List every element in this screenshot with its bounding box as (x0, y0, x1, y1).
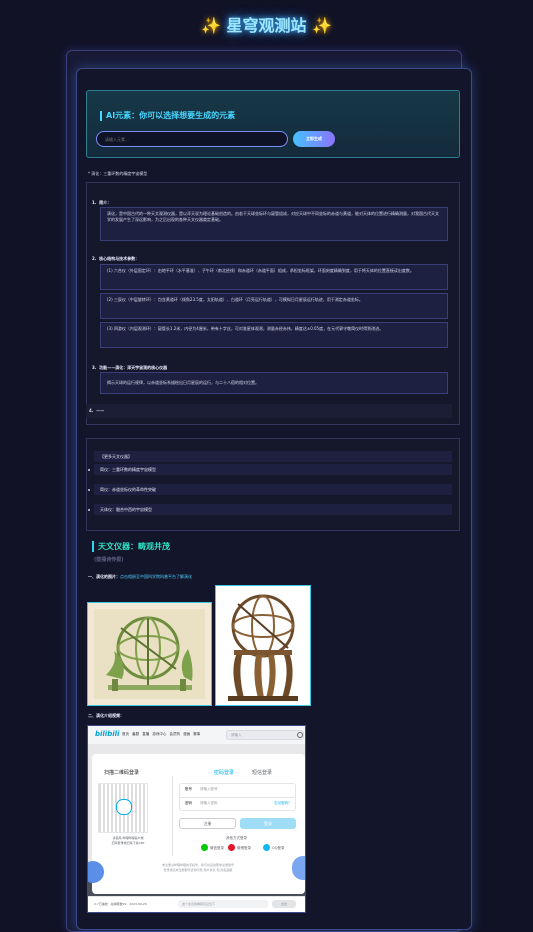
weibo-login[interactable]: 微博登录 (237, 846, 251, 851)
nav-item[interactable]: 赛事 (193, 732, 200, 736)
generate-button[interactable]: 立即生成 (293, 131, 335, 147)
wechat-icon[interactable] (201, 844, 208, 851)
section-1-heading: 1. 简介： (92, 200, 112, 205)
section-3-heading: 3. 功能——演化：浑天宇宙观的核心仪器 (92, 365, 168, 370)
images-link[interactable]: 点击相册至中国科学院科普平台了解演化 (120, 574, 192, 579)
wechat-login[interactable]: 微信登录 (210, 846, 224, 851)
more-instruments-title: 【更多天文仪器】 (94, 451, 452, 462)
bronze-armillary-photo (228, 594, 298, 701)
register-button[interactable]: 注册 (179, 818, 236, 829)
qq-login[interactable]: QQ登录 (272, 846, 285, 851)
nav-item[interactable]: 直播 (142, 732, 149, 736)
sparkle-icon: ✨ (200, 16, 221, 35)
nav-item[interactable]: 番剧 (132, 732, 139, 736)
qr-title: 扫描二维码登录 (104, 770, 140, 776)
nav-item[interactable]: 首页 (122, 732, 129, 736)
account-field[interactable]: 请输入账号 (200, 787, 218, 792)
armillary-label: * 演化：三重环数的精度宇宙模型 (88, 171, 148, 176)
password-label: 密码 (185, 801, 192, 805)
account-label: 账号 (185, 787, 192, 791)
video-player[interactable]: bilibili 首页 番剧 直播 游戏中心 会员购 漫画 赛事 请输入 扫描二… (87, 725, 306, 913)
more-instrument-item[interactable]: 简仪：赤道坐标仪的革命性突破 (94, 484, 452, 495)
section-2-heading: 2. 核心结构与技术参数： (92, 256, 140, 261)
tab-sms-login[interactable]: 短信登录 (252, 769, 272, 776)
video-stats: 2.7万播放 · 总弹幕数29 · 2023-09-26 (94, 902, 147, 906)
forgot-password-link[interactable]: 忘记密码？ (274, 801, 292, 806)
section-2-item-1: (1) 六合仪（外层固定环）：由地平环（水平基准）、子午环（南北经线）和赤道环（… (100, 264, 448, 290)
mascot-right-icon (292, 856, 305, 880)
ai-element-input[interactable] (96, 131, 288, 147)
nav-item[interactable]: 漫画 (183, 732, 190, 736)
section-3-item: 揭示天球的运行规律，以赤道坐标系描绘出日月星辰的运行，与二十八宿的相对位置。 (100, 372, 448, 394)
site-title: ✨ 星穹观测站 ✨ (0, 12, 533, 36)
search-icon[interactable] (297, 732, 303, 738)
tab-password-login[interactable]: 密码登录 (214, 769, 234, 776)
login-notice: 未注册过哔哩哔哩的手机号，我们将自动帮你注册账号 登录或完成注册即代表你同意 用… (161, 863, 234, 872)
video-label: 二、演化介绍视频： (88, 713, 124, 718)
more-instrument-item[interactable]: 天体仪：融合中西的宇宙模型 (94, 504, 452, 515)
bullet-icon (88, 469, 90, 471)
section-1-item: 演化，是中国古代的一种天文观测仪器，是以浑天说为理论基础创造的。由若干天球坐标环… (100, 207, 448, 241)
bullet-icon (88, 509, 90, 511)
qr-code[interactable] (98, 783, 148, 833)
other-login-label: 其他方式登录 (226, 836, 247, 840)
site-title-text: 星穹观测站 (226, 16, 307, 35)
armillary-image-2[interactable] (215, 585, 311, 706)
bullet-icon (88, 489, 90, 491)
instruments-title: 天文仪器：畴观井茂 (92, 541, 170, 552)
bili-logo[interactable]: bilibili (95, 730, 119, 738)
section-2-item-2: (2) 三辰仪（中层旋转环）：包含黄道环（倾角23.5度，太阳轨道）、白道环（月… (100, 293, 448, 319)
form-divider (179, 797, 296, 798)
armillary-image-1[interactable] (87, 602, 212, 706)
danmaku-input[interactable]: 发个友善的弹幕见证当下 (178, 900, 268, 908)
ai-element-panel (86, 90, 460, 158)
more-instrument-item[interactable]: 简仪：三重环数的精度宇宙模型 (94, 464, 452, 475)
section-2-item-3: (3) 四游仪（内层观测环）：窥管长1.2米，内径为4厘米，带有十字丝，可对准星… (100, 322, 448, 348)
armillary-illustration (94, 609, 205, 699)
sparkle-icon: ✨ (312, 16, 332, 35)
qq-icon[interactable] (263, 844, 270, 851)
modal-divider (172, 776, 173, 856)
nav-item[interactable]: 游戏中心 (152, 732, 166, 736)
nav-item[interactable]: 会员购 (170, 732, 181, 736)
weibo-icon[interactable] (228, 844, 235, 851)
login-button[interactable]: 登录 (240, 818, 296, 829)
password-field[interactable]: 请输入密码 (200, 801, 218, 806)
instruments-subtitle: (鼓捶诗传报) (94, 557, 124, 563)
ai-element-title: AI元素：你可以选择想要生成的元素 (100, 111, 235, 121)
bili-nav: 首页 番剧 直播 游戏中心 会员购 漫画 赛事 (122, 732, 200, 737)
images-label: 一、演化的图片：点击相册至中国科学院科普平台了解演化 (88, 574, 192, 579)
bili-search-input[interactable]: 请输入 (226, 730, 304, 740)
section-4-row: 4. —— (86, 404, 452, 418)
send-danmaku-button[interactable]: 发送 (272, 900, 296, 908)
qr-hint: 请使用 哔哩哔哩客户端 扫码登录或扫码下载APP (111, 836, 145, 845)
